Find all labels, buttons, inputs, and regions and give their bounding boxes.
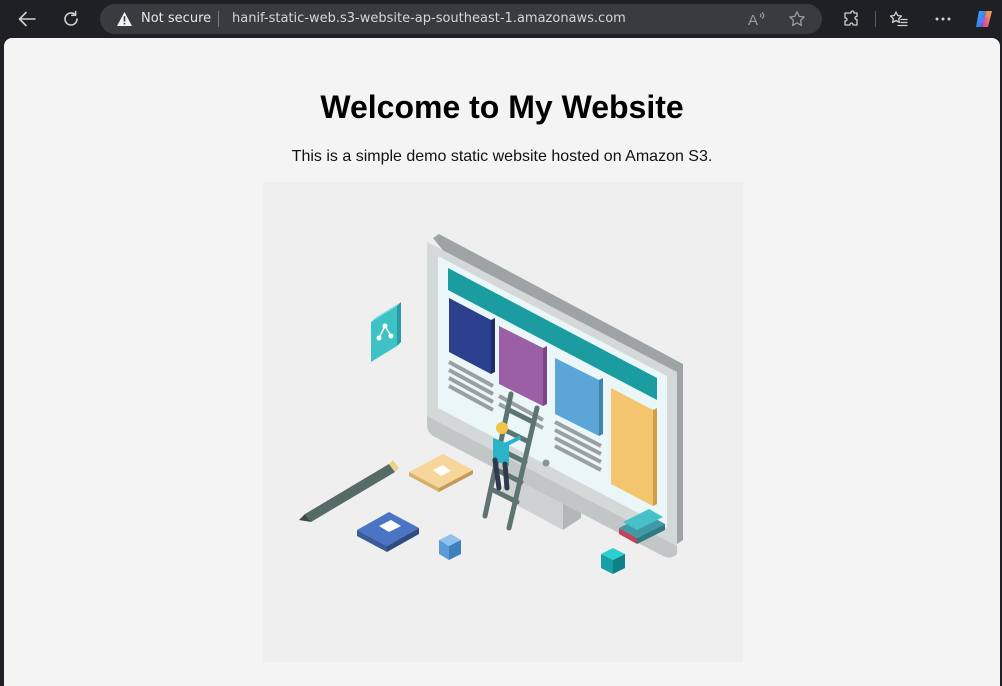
security-status[interactable]: Not secure: [141, 11, 211, 27]
page-viewport: Welcome to My Website This is a simple d…: [4, 38, 1000, 686]
svg-text:A: A: [748, 12, 758, 27]
page-title: Welcome to My Website: [320, 89, 684, 125]
read-aloud-icon[interactable]: A: [746, 9, 768, 29]
favorites-icon[interactable]: [884, 5, 914, 33]
more-icon[interactable]: [928, 5, 958, 33]
extensions-icon[interactable]: [836, 5, 866, 33]
star-icon[interactable]: [786, 9, 808, 29]
pencil-illustration: [299, 460, 399, 522]
back-arrow-icon[interactable]: [12, 5, 42, 33]
address-divider: [218, 11, 219, 27]
refresh-icon[interactable]: [56, 5, 86, 33]
chat-tile-illustration: [357, 512, 419, 552]
copilot-icon[interactable]: [969, 5, 999, 33]
hero-image: [263, 182, 743, 662]
toolbar-separator: [875, 11, 876, 27]
page-subtitle: This is a simple demo static website hos…: [291, 148, 713, 165]
share-tile-illustration: [371, 302, 401, 362]
warning-icon[interactable]: [116, 11, 133, 31]
monitor-illustration: [427, 234, 683, 558]
address-bar[interactable]: Not secure hanif-static-web.s3-website-a…: [100, 4, 822, 34]
url-text[interactable]: hanif-static-web.s3-website-ap-southeast…: [232, 11, 626, 27]
envelope-tile-illustration: [409, 454, 473, 492]
cube-illustration: [439, 534, 625, 574]
browser-window: Not secure hanif-static-web.s3-website-a…: [0, 0, 1002, 686]
browser-toolbar: Not secure hanif-static-web.s3-website-a…: [0, 0, 1002, 38]
